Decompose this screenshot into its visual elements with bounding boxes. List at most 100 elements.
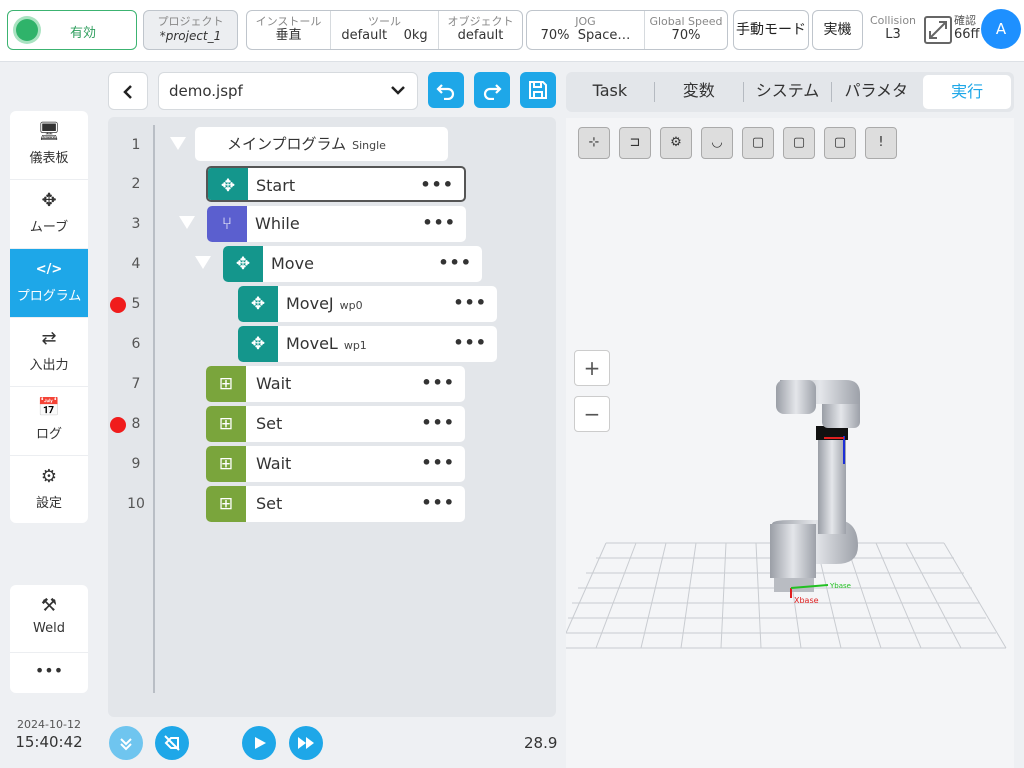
- nav-item-dashboard[interactable]: 🖥 儀表板: [10, 111, 88, 180]
- manual-mode-button[interactable]: 手動モード: [733, 10, 809, 50]
- node-menu-button[interactable]: •••: [453, 326, 487, 360]
- object-cell[interactable]: オブジェクト default: [439, 11, 522, 49]
- line-number: 9: [131, 456, 141, 472]
- node-move[interactable]: ✥ Move •••: [223, 246, 482, 282]
- back-button[interactable]: [108, 72, 148, 110]
- node-set[interactable]: ⊞ Set •••: [206, 486, 465, 522]
- y-axis-label: Ybase: [829, 582, 851, 590]
- main-program-node[interactable]: メインプログラム Single: [195, 127, 448, 161]
- move-icon: ✥: [238, 286, 278, 322]
- node-wait[interactable]: ⊞ Wait •••: [206, 366, 465, 402]
- tab-run[interactable]: 実行: [923, 75, 1011, 109]
- nav-item-log[interactable]: 📅 ログ: [10, 387, 88, 456]
- move-icon: ✥: [238, 326, 278, 362]
- tree-row: 3 ⑂ While •••: [108, 204, 556, 244]
- enable-toggle[interactable]: 有効: [7, 10, 137, 50]
- tool-label: ツール: [368, 15, 401, 28]
- more-button[interactable]: •••: [10, 653, 88, 680]
- user-avatar[interactable]: A: [981, 9, 1021, 49]
- file-name: demo.jspf: [169, 82, 243, 100]
- node-set[interactable]: ⊞ Set •••: [206, 406, 465, 442]
- nav-item-program[interactable]: </> プログラム: [10, 249, 88, 318]
- motion-settings-group[interactable]: JOG 70% Space… Global Speed 70%: [526, 10, 728, 50]
- nav-label: ログ: [35, 427, 62, 442]
- node-menu-button[interactable]: •••: [420, 168, 454, 200]
- install-cell[interactable]: インストール 垂直: [247, 11, 331, 49]
- real-robot-button[interactable]: 実機: [812, 10, 863, 50]
- tab-system[interactable]: システム: [744, 72, 832, 112]
- node-menu-button[interactable]: •••: [421, 366, 455, 400]
- node-menu-button[interactable]: •••: [422, 206, 456, 240]
- view-path-icon[interactable]: ⊐: [619, 127, 651, 159]
- nav-item-move[interactable]: ✥ ムーブ: [10, 180, 88, 249]
- collapse-triangle-icon[interactable]: [195, 256, 211, 269]
- redo-button[interactable]: [474, 72, 510, 108]
- node-movej[interactable]: ✥ MoveJ wp0 •••: [238, 286, 497, 322]
- node-menu-button[interactable]: •••: [421, 406, 455, 440]
- tool-settings-group[interactable]: インストール 垂直 ツール default 0kg オブジェクト default: [246, 10, 523, 50]
- line-number: 6: [131, 336, 141, 352]
- breakpoint-off-icon: [164, 735, 180, 751]
- install-label: インストール: [255, 15, 322, 28]
- enable-status-dot: [16, 19, 38, 41]
- zoom-out-button[interactable]: −: [574, 396, 610, 432]
- global-speed-cell[interactable]: Global Speed 70%: [645, 11, 727, 49]
- collapse-triangle-icon[interactable]: [179, 216, 195, 229]
- view-cube-top-icon[interactable]: ▢: [824, 127, 856, 159]
- tree-row: 1 メインプログラム Single: [108, 125, 556, 165]
- undo-button[interactable]: [428, 72, 464, 108]
- nav-item-weld[interactable]: ⚒ Weld: [10, 585, 88, 653]
- tab-parameters[interactable]: パラメタ: [832, 72, 920, 112]
- tree-row: 6 ✥ MoveL wp1 •••: [108, 324, 556, 364]
- calendar-icon: 📅: [37, 397, 61, 418]
- node-movel[interactable]: ✥ MoveL wp1 •••: [238, 326, 497, 362]
- view-cube-side-icon[interactable]: ▢: [783, 127, 815, 159]
- nav-label: 入出力: [29, 358, 69, 373]
- tree-row: 8 ⊞ Set •••: [108, 404, 556, 444]
- expand-icon[interactable]: [924, 16, 952, 44]
- main-program-mode: Single: [352, 139, 386, 152]
- floor-grid: [566, 542, 1007, 649]
- node-label: Start: [256, 176, 296, 195]
- play-button[interactable]: [242, 726, 276, 760]
- enable-label: 有効: [70, 26, 97, 41]
- main-program-label: メインプログラム: [227, 135, 347, 153]
- collision-level[interactable]: Collision L3: [866, 14, 920, 43]
- project-selector[interactable]: プロジェクト *project_1: [143, 10, 238, 50]
- view-robot-icon[interactable]: ⚙: [660, 127, 692, 159]
- node-label: Move: [271, 254, 314, 273]
- clock-time: 15:40:42: [15, 733, 83, 751]
- node-start[interactable]: ✥ Start •••: [206, 166, 466, 202]
- grid-icon: ⊞: [206, 406, 246, 442]
- collapse-triangle-icon[interactable]: [170, 137, 186, 150]
- jog-cell[interactable]: JOG 70% Space…: [527, 11, 645, 49]
- tab-task[interactable]: Task: [566, 72, 654, 112]
- view-axes-icon[interactable]: ⊹: [578, 127, 610, 159]
- view-cube-front-icon[interactable]: ▢: [742, 127, 774, 159]
- zoom-in-button[interactable]: +: [574, 350, 610, 386]
- collision-label: Collision: [869, 14, 917, 27]
- clock-date: 2024-10-12: [17, 718, 81, 731]
- save-button[interactable]: [520, 72, 556, 108]
- tab-variables[interactable]: 変数: [655, 72, 743, 112]
- nav-label: 儀表板: [29, 151, 69, 166]
- view-shield-icon[interactable]: ◡: [701, 127, 733, 159]
- nav-item-io[interactable]: ⇄ 入出力: [10, 318, 88, 387]
- program-tree: 1 メインプログラム Single 2 ✥ Start ••• 3 ⑂ While…: [108, 117, 556, 717]
- tool-cell[interactable]: ツール default 0kg: [331, 11, 439, 49]
- node-while[interactable]: ⑂ While •••: [207, 206, 466, 242]
- view-safety-icon[interactable]: !: [865, 127, 897, 159]
- node-menu-button[interactable]: •••: [421, 486, 455, 520]
- node-menu-button[interactable]: •••: [438, 246, 472, 280]
- fast-forward-button[interactable]: [289, 726, 323, 760]
- robot-3d-view[interactable]: ⊹ ⊐ ⚙ ◡ ▢ ▢ ▢ ! + − Xbase Ybase: [566, 118, 1014, 768]
- file-select[interactable]: demo.jspf: [158, 72, 418, 110]
- line-number: 10: [127, 496, 145, 512]
- node-menu-button[interactable]: •••: [453, 286, 487, 320]
- node-wait[interactable]: ⊞ Wait •••: [206, 446, 465, 482]
- nav-item-settings[interactable]: ⚙ 設定: [10, 456, 88, 523]
- breakpoint-toggle-button[interactable]: [155, 726, 189, 760]
- step-down-button[interactable]: [109, 726, 143, 760]
- right-tabs: Task 変数 システム パラメタ 実行: [566, 72, 1014, 112]
- node-menu-button[interactable]: •••: [421, 446, 455, 480]
